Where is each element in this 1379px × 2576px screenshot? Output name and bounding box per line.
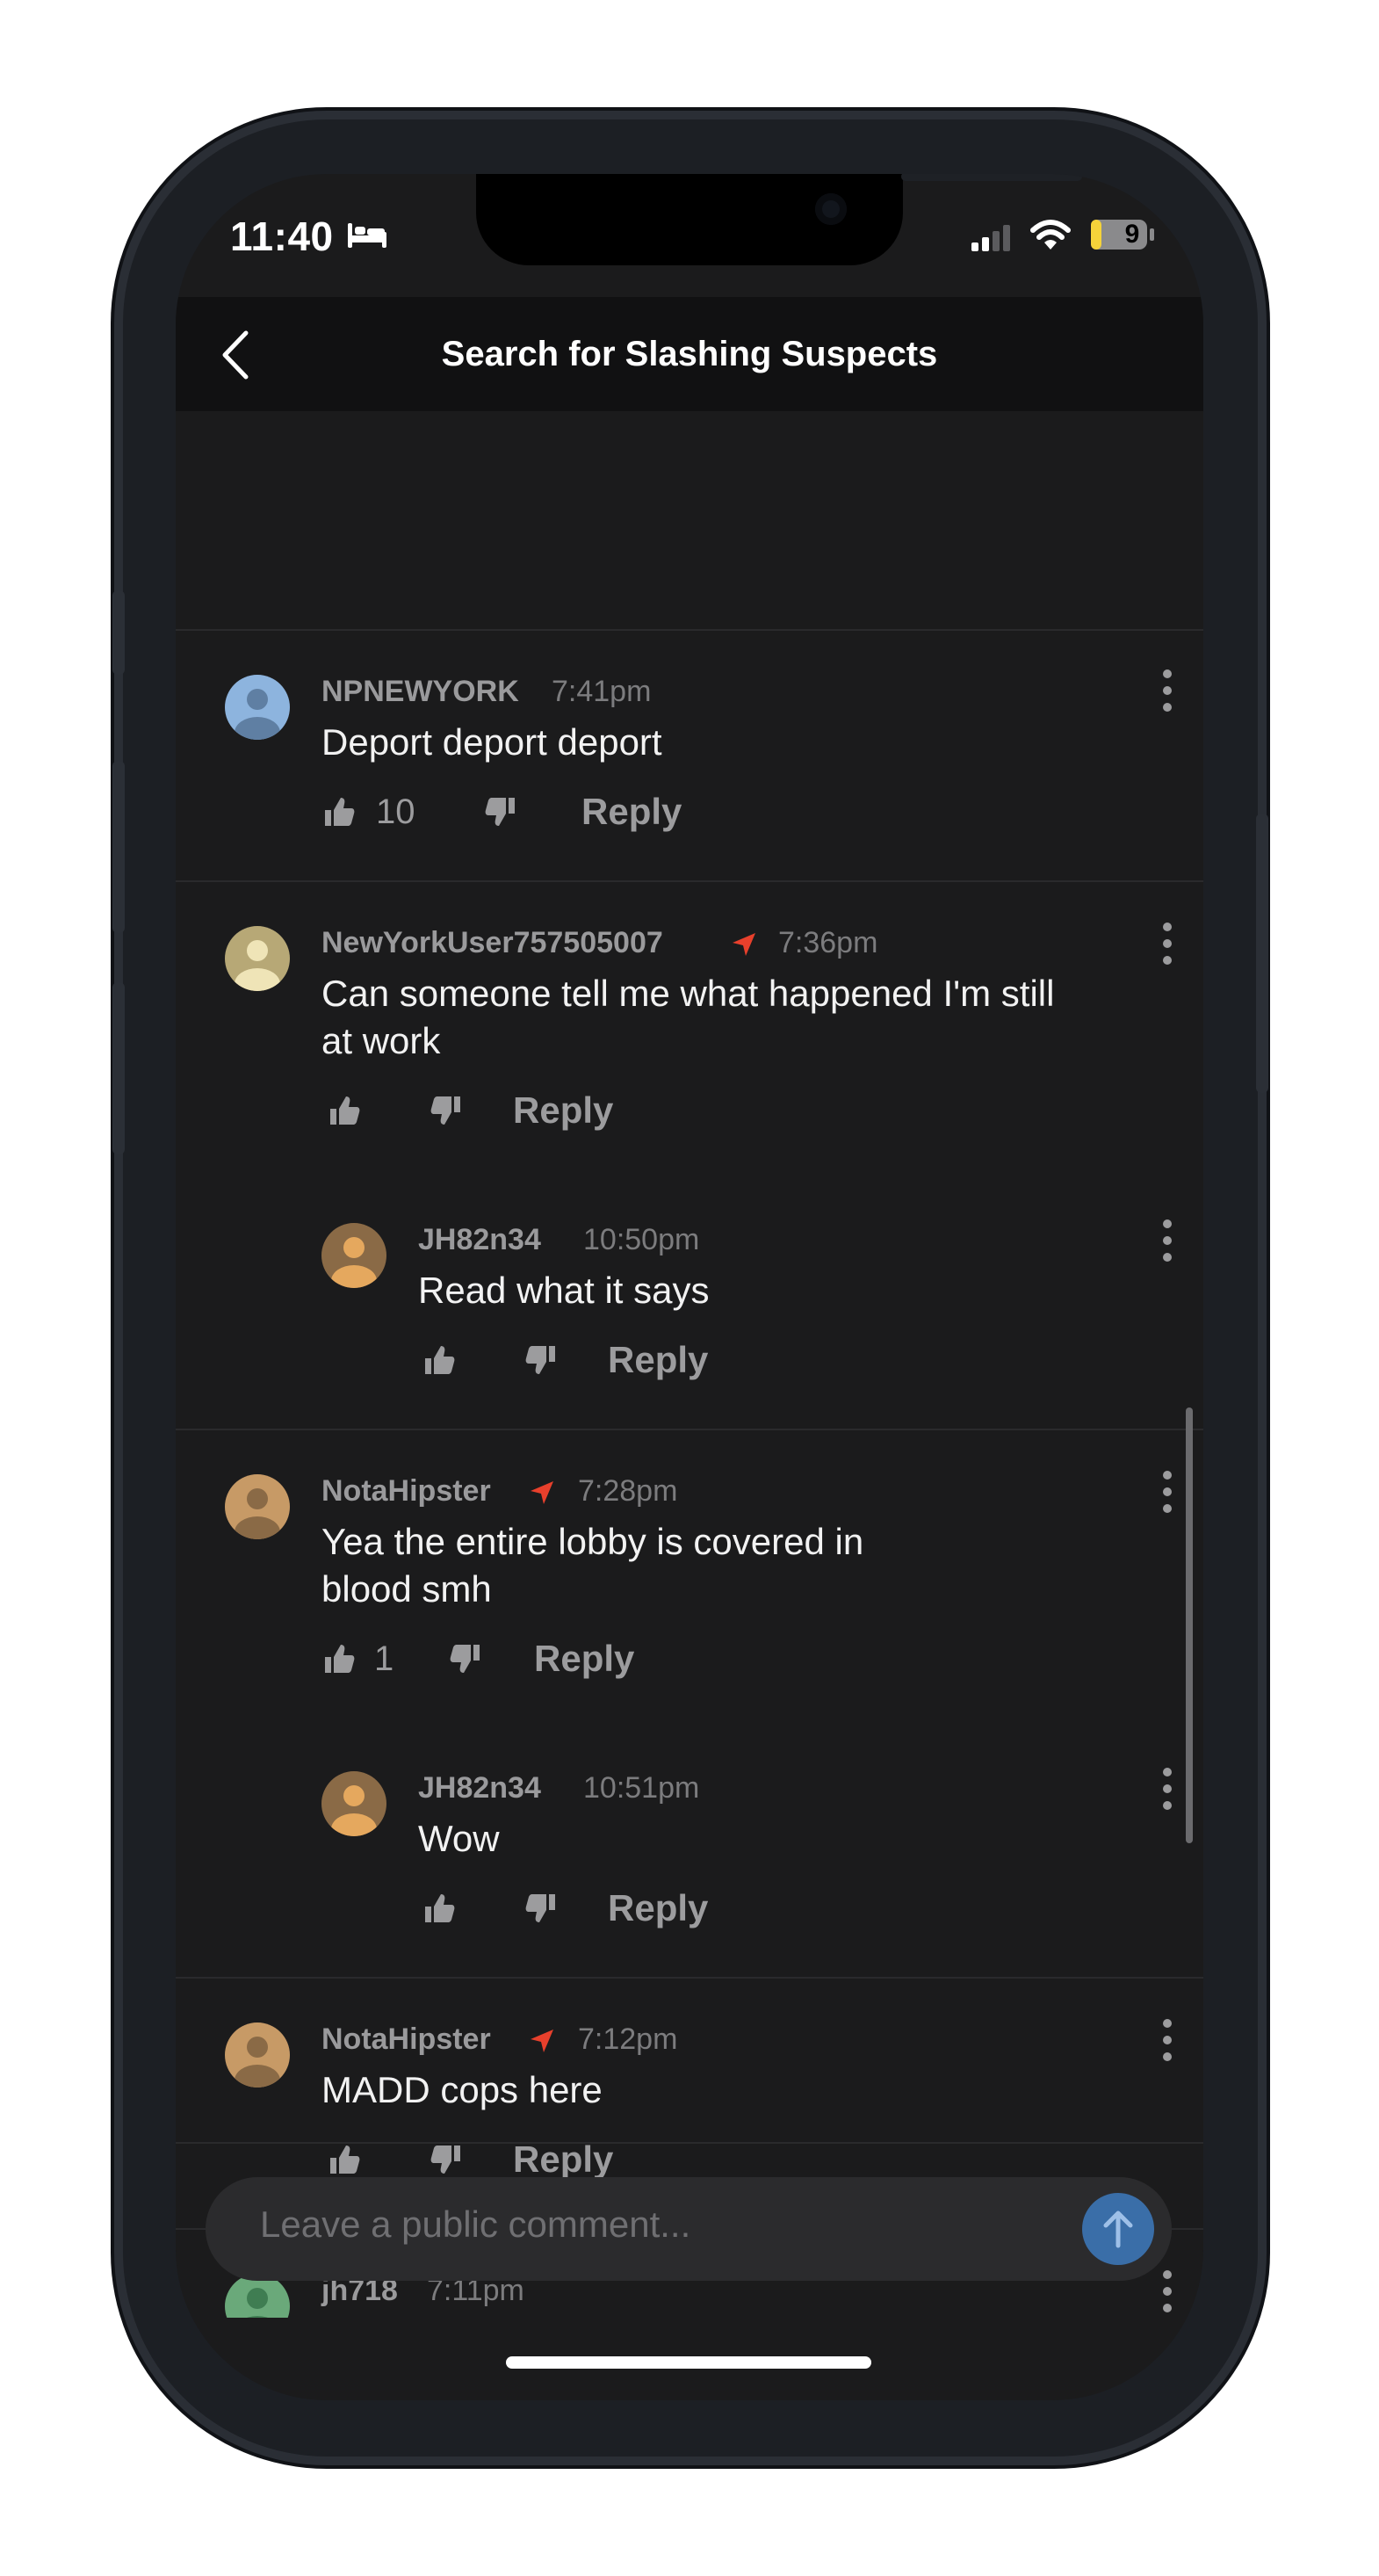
- avatar[interactable]: [225, 926, 290, 991]
- thumbs-down-icon[interactable]: [523, 1891, 559, 1926]
- thumbs-down-icon[interactable]: [448, 1641, 483, 1676]
- username[interactable]: NotaHipster: [321, 1474, 491, 1509]
- thumbs-down-icon[interactable]: [523, 1342, 559, 1378]
- thumbs-up-icon[interactable]: [327, 2142, 362, 2177]
- signal-icon: [971, 225, 1010, 251]
- like-count: 1: [374, 1639, 394, 1678]
- comment-text: Can someone tell me what happened I'm st…: [321, 973, 1055, 1061]
- more-vertical-icon[interactable]: [1161, 2268, 1173, 2314]
- username[interactable]: JH82n34: [418, 1223, 541, 1257]
- comment-text: Wow: [418, 1818, 500, 1859]
- thumbs-down-icon[interactable]: [483, 794, 518, 829]
- speaker-grille: [901, 174, 1082, 181]
- divider: [176, 1429, 1203, 1430]
- comment-text: Read what it says: [418, 1270, 710, 1311]
- send-arrow-icon: [1103, 2211, 1133, 2248]
- thumbs-up-icon[interactable]: [321, 794, 357, 829]
- divider: [176, 1977, 1203, 1979]
- avatar[interactable]: [321, 1223, 386, 1288]
- front-camera: [815, 193, 847, 225]
- divider: [176, 629, 1203, 631]
- wifi-icon: [1030, 220, 1071, 250]
- thumbs-down-icon[interactable]: [429, 1093, 464, 1128]
- reply-button[interactable]: Reply: [581, 791, 682, 833]
- divider: [176, 880, 1203, 882]
- comment-text: MADD cops here: [321, 2069, 603, 2110]
- avatar[interactable]: [225, 675, 290, 740]
- location-arrow-icon: [733, 933, 755, 956]
- thumbs-up-icon[interactable]: [327, 1093, 362, 1128]
- username[interactable]: NewYorkUser757505007: [321, 926, 663, 960]
- volume-up-button: [112, 761, 125, 933]
- comment-feed[interactable]: NPNEWYORK 7:41pm Deport deport deport 10…: [176, 411, 1203, 2318]
- location-arrow-icon: [531, 2030, 553, 2052]
- composer-divider: [176, 2142, 1203, 2144]
- timestamp: 7:41pm: [552, 675, 652, 708]
- location-arrow-icon: [531, 1481, 553, 1504]
- thumbs-up-icon[interactable]: [422, 1342, 457, 1378]
- more-vertical-icon[interactable]: [1161, 1766, 1173, 1812]
- avatar[interactable]: [225, 2022, 290, 2088]
- comment-input-placeholder: Leave a public comment...: [260, 2203, 691, 2245]
- like-count: 10: [376, 792, 415, 831]
- volume-down-button: [112, 982, 125, 1154]
- reply-button[interactable]: Reply: [513, 2138, 613, 2181]
- page-title: Search for Slashing Suspects: [441, 335, 938, 373]
- timestamp: 10:51pm: [583, 1771, 700, 1805]
- more-vertical-icon[interactable]: [1161, 1469, 1173, 1515]
- more-vertical-icon[interactable]: [1161, 1218, 1173, 1263]
- bed-icon: [348, 223, 386, 248]
- more-vertical-icon[interactable]: [1161, 2017, 1173, 2063]
- send-button[interactable]: [1082, 2193, 1154, 2265]
- home-indicator[interactable]: [506, 2356, 871, 2369]
- thumbs-down-icon[interactable]: [429, 2142, 464, 2177]
- timestamp: 7:12pm: [578, 2022, 678, 2056]
- timestamp: 7:36pm: [778, 926, 878, 959]
- more-vertical-icon[interactable]: [1161, 921, 1173, 966]
- thumbs-up-icon[interactable]: [321, 1641, 357, 1676]
- timestamp: 10:50pm: [583, 1223, 700, 1256]
- thumbs-up-icon[interactable]: [422, 1891, 457, 1926]
- timestamp: 7:28pm: [578, 1474, 678, 1508]
- username[interactable]: NotaHipster: [321, 2022, 491, 2057]
- more-vertical-icon[interactable]: [1161, 668, 1173, 713]
- username[interactable]: JH82n34: [418, 1771, 541, 1805]
- comment-text: Yea the entire lobby is covered in blood…: [321, 1521, 864, 1610]
- reply-button[interactable]: Reply: [608, 1887, 708, 1929]
- camera-notch: [476, 174, 1082, 265]
- username[interactable]: NPNEWYORK: [321, 675, 519, 709]
- status-time: 11:40: [230, 213, 334, 259]
- reply-button[interactable]: Reply: [608, 1339, 708, 1381]
- scrollbar[interactable]: [1186, 1407, 1193, 1843]
- reply-button[interactable]: Reply: [513, 1089, 613, 1132]
- battery-level: 9: [1124, 220, 1140, 249]
- avatar[interactable]: [321, 1771, 386, 1836]
- comment-text: Deport deport deport: [321, 721, 662, 763]
- screen: 11:40 9 Search for Slashing Suspects NPN…: [176, 174, 1203, 2400]
- avatar[interactable]: [225, 1474, 290, 1539]
- reply-button[interactable]: Reply: [534, 1638, 634, 1680]
- power-button: [1256, 814, 1268, 1093]
- silent-switch: [112, 590, 125, 675]
